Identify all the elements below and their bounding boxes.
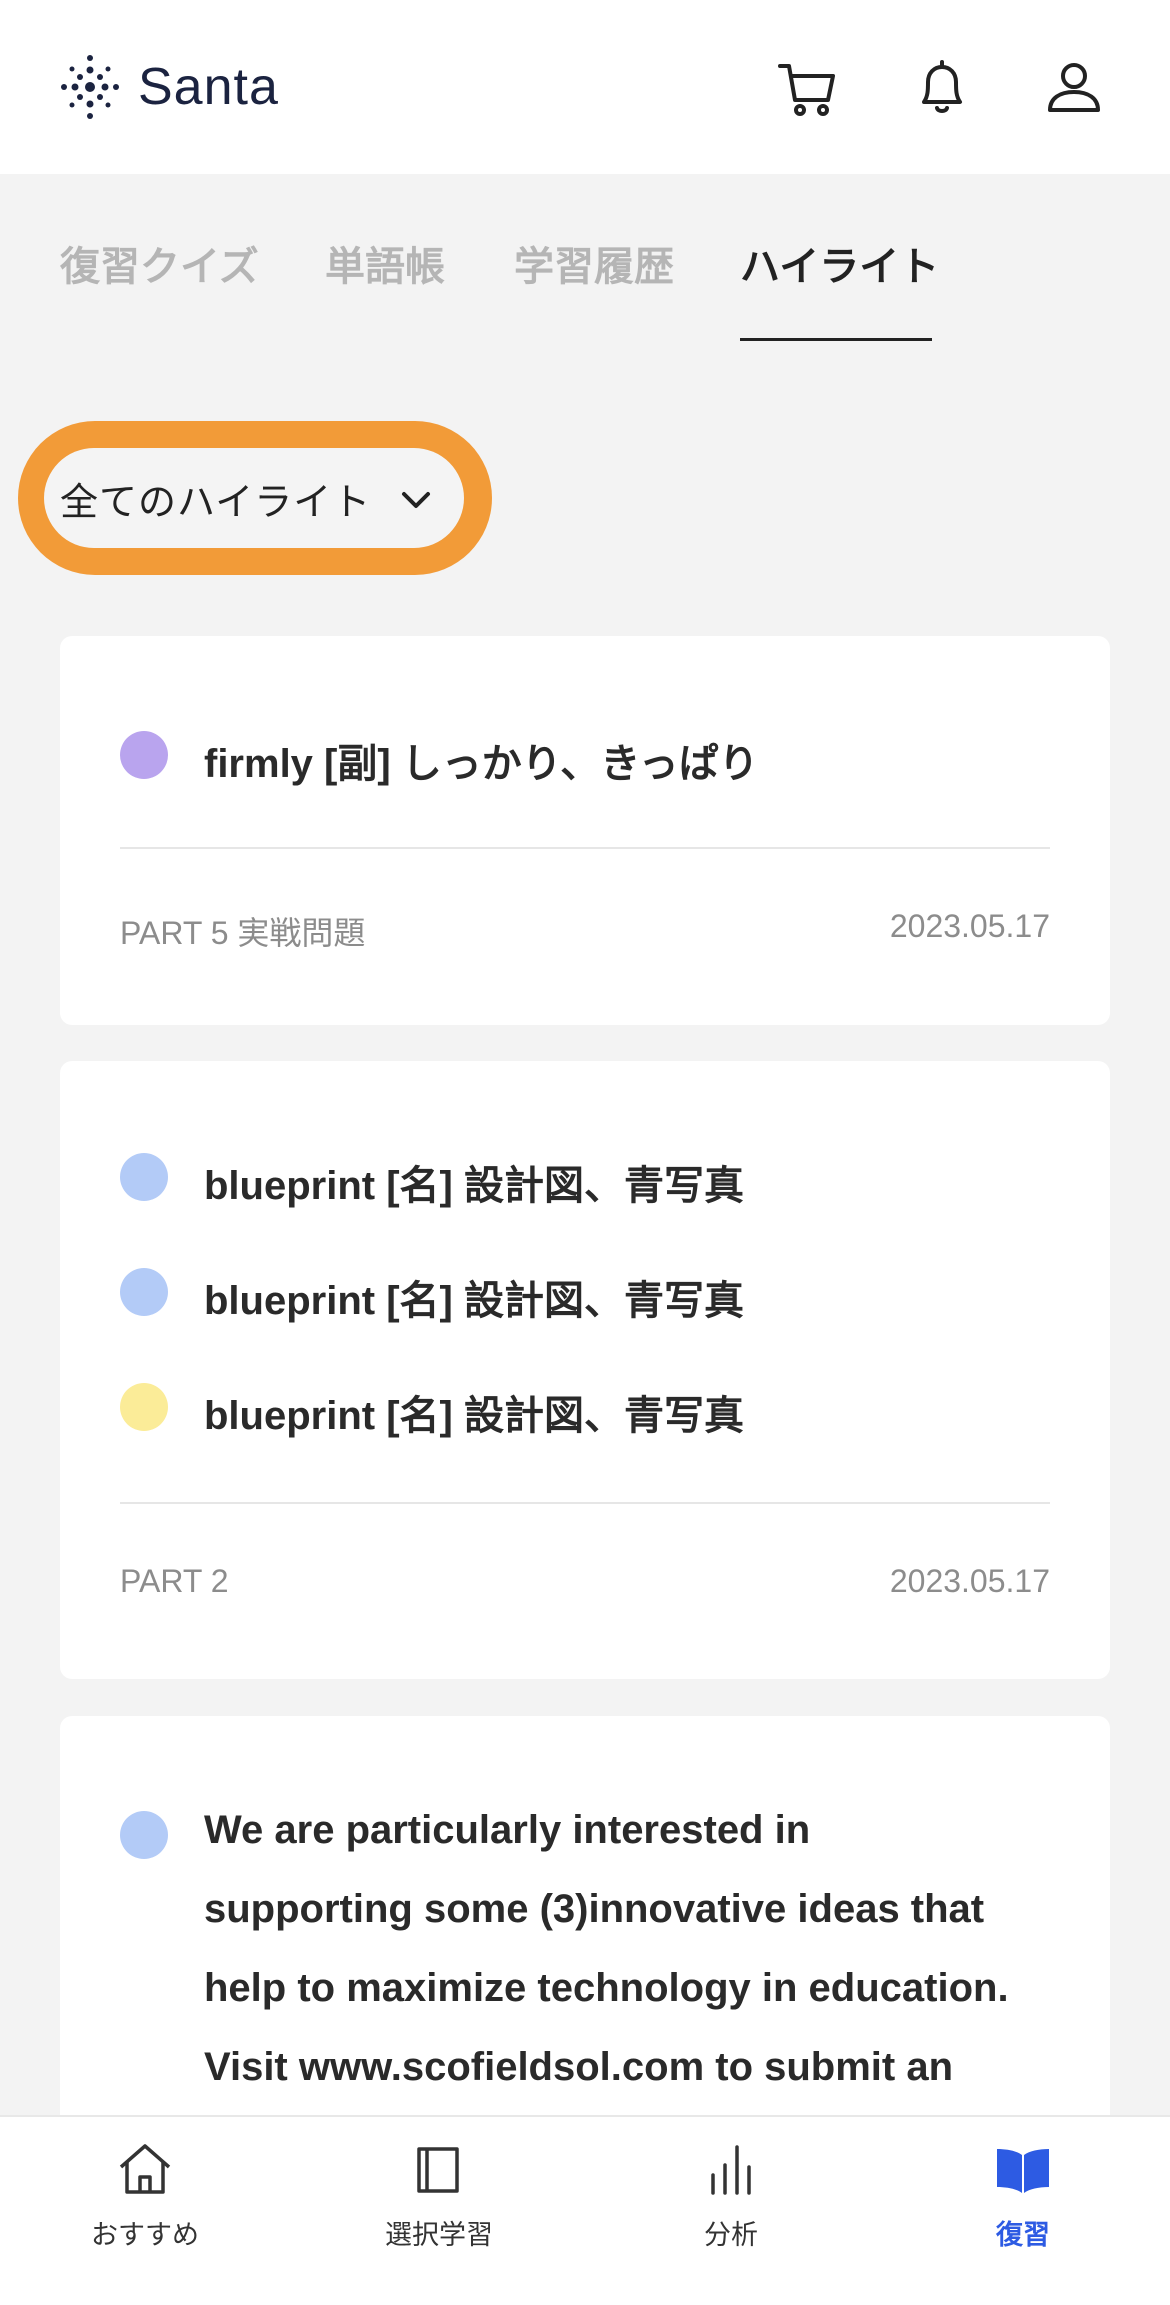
tab-study-history[interactable]: 学習履歴 <box>514 234 674 292</box>
user-icon[interactable] <box>1042 56 1106 120</box>
bar-chart-icon <box>701 2139 761 2199</box>
nav-item-selective-study[interactable]: 選択学習 <box>339 2139 539 2252</box>
highlight-item: blueprint [名] 設計図、青写真 <box>120 1383 744 1441</box>
highlight-card[interactable]: firmly [副] しっかり、きっぱり PART 5 実戦問題 2023.05… <box>60 636 1110 1025</box>
highlight-item: We are particularly interested in suppor… <box>120 1808 1024 2107</box>
highlight-color-dot <box>120 1811 168 1859</box>
highlight-date: 2023.05.17 <box>889 1563 1050 1599</box>
nav-label: 分析 <box>704 2220 758 2250</box>
nav-label: 選択学習 <box>385 2220 493 2250</box>
highlight-item: blueprint [名] 設計図、青写真 <box>120 1153 744 1211</box>
nav-item-review[interactable]: 復習 <box>923 2139 1123 2252</box>
chevron-down-icon <box>402 492 430 508</box>
nav-label: おすすめ <box>91 2220 199 2250</box>
highlight-card[interactable]: We are particularly interested in suppor… <box>60 1716 1110 2176</box>
highlight-text: blueprint [名] 設計図、青写真 <box>204 1394 744 1438</box>
review-tabs: 復習クイズ 単語帳 学習履歴 ハイライト <box>0 174 1170 344</box>
active-tab-indicator <box>740 338 932 341</box>
highlight-filter-dropdown[interactable]: 全てのハイライト <box>44 448 464 548</box>
logo-text: Santa <box>138 58 279 116</box>
highlight-item: blueprint [名] 設計図、青写真 <box>120 1268 744 1326</box>
highlight-color-dot <box>120 1383 168 1431</box>
highlight-text: We are particularly interested in suppor… <box>204 1808 1009 2089</box>
filter-label: 全てのハイライト <box>60 481 372 524</box>
cart-icon[interactable] <box>776 56 840 120</box>
highlight-color-dot <box>120 1153 168 1201</box>
highlight-color-dot <box>120 1268 168 1316</box>
tab-vocabulary[interactable]: 単語帳 <box>325 234 445 292</box>
highlight-color-dot <box>120 731 168 779</box>
nav-item-analysis[interactable]: 分析 <box>631 2139 831 2252</box>
santa-logo-icon <box>61 55 119 119</box>
nav-item-recommended[interactable]: おすすめ <box>45 2139 245 2252</box>
nav-label: 復習 <box>996 2220 1050 2250</box>
tab-review-quiz[interactable]: 復習クイズ <box>60 234 259 292</box>
card-divider <box>120 1502 1050 1504</box>
highlight-date: 2023.05.17 <box>889 908 1050 944</box>
highlight-text: blueprint [名] 設計図、青写真 <box>204 1164 744 1208</box>
bell-icon[interactable] <box>910 56 974 120</box>
highlight-text: blueprint [名] 設計図、青写真 <box>204 1279 744 1323</box>
tab-highlights[interactable]: ハイライト <box>740 234 939 292</box>
highlight-item: firmly [副] しっかり、きっぱり <box>120 731 759 789</box>
card-divider <box>120 847 1050 849</box>
santa-logo[interactable]: Santa <box>58 50 279 124</box>
book-outline-icon <box>409 2139 469 2199</box>
highlight-card[interactable]: blueprint [名] 設計図、青写真 blueprint [名] 設計図、… <box>60 1061 1110 1679</box>
highlight-text: firmly [副] しっかり、きっぱり <box>204 742 759 786</box>
highlight-source: PART 2 <box>120 1563 229 1599</box>
app-header: Santa <box>0 0 1170 174</box>
open-book-icon <box>993 2139 1053 2199</box>
home-icon <box>115 2139 175 2199</box>
bottom-navigation: おすすめ 選択学習 分析 復習 <box>0 2115 1170 2305</box>
highlight-source: PART 5 実戦問題 <box>120 915 366 951</box>
